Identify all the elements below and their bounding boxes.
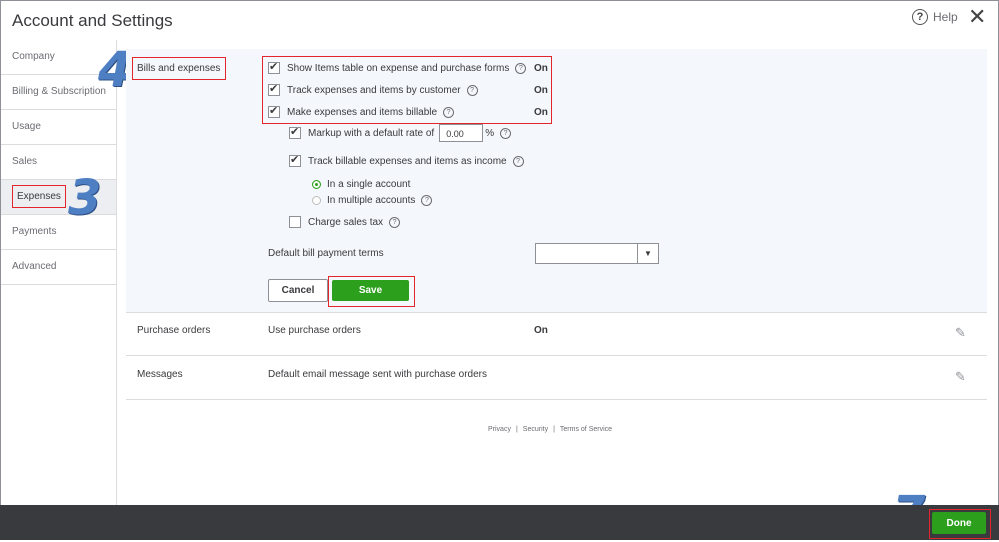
edit-messages-pencil-icon[interactable]: ✎	[955, 369, 966, 385]
checkbox[interactable]	[268, 104, 280, 118]
option-label: Charge sales tax	[308, 216, 384, 228]
option-markup: Markup with a default rate of 0.00 % ?	[289, 124, 512, 142]
option-track-by-customer[interactable]: Track expenses and items by customer ?	[268, 82, 478, 96]
divider	[126, 399, 987, 400]
question-icon[interactable]: ?	[421, 195, 433, 206]
checkbox[interactable]	[289, 125, 301, 139]
status-on: On	[534, 85, 548, 96]
annotation-3: 3	[68, 170, 102, 226]
status-on: On	[534, 63, 548, 74]
radio-single-account[interactable]: In a single account	[312, 179, 410, 190]
sidebar-item-label: Usage	[12, 121, 41, 132]
option-track-income[interactable]: Track billable expenses and items as inc…	[289, 153, 524, 167]
divider	[126, 355, 987, 356]
option-charge-tax[interactable]: Charge sales tax ?	[289, 216, 401, 228]
help-label: Help	[933, 10, 958, 24]
privacy-link[interactable]: Privacy	[488, 426, 511, 433]
chevron-down-icon[interactable]: ▼	[637, 244, 658, 263]
question-icon[interactable]: ?	[389, 216, 401, 228]
sidebar-item-label: Billing & Subscription	[12, 86, 106, 97]
security-link[interactable]: Security	[523, 426, 548, 433]
payment-terms-label: Default bill payment terms	[268, 248, 384, 259]
checkbox[interactable]	[289, 153, 301, 167]
markup-rate-input[interactable]: 0.00	[439, 124, 484, 142]
sidebar-item-label: Payments	[12, 226, 57, 237]
divider	[126, 312, 987, 313]
option-make-billable[interactable]: Make expenses and items billable ?	[268, 104, 455, 118]
purchase-orders-label: Use purchase orders	[268, 325, 361, 336]
sidebar-item-label: Expenses	[12, 185, 66, 208]
sidebar-item-label: Company	[12, 51, 55, 62]
status-on: On	[534, 325, 548, 336]
done-button[interactable]: Done	[932, 512, 986, 534]
checkbox[interactable]	[289, 216, 301, 228]
question-icon[interactable]: ?	[443, 106, 455, 118]
sidebar-item-advanced[interactable]: Advanced	[1, 250, 116, 285]
separator: |	[553, 426, 555, 433]
bills-expenses-panel	[126, 49, 987, 312]
checkbox[interactable]	[268, 60, 280, 74]
section-label-purchase-orders: Purchase orders	[137, 325, 211, 336]
sidebar-item-label: Sales	[12, 156, 38, 167]
cancel-button[interactable]: Cancel	[268, 279, 328, 302]
separator: |	[515, 426, 518, 433]
radio-button[interactable]	[312, 196, 321, 205]
payment-terms-select[interactable]: ▼	[535, 243, 659, 264]
help-button[interactable]: ? Help	[912, 9, 958, 25]
close-icon[interactable]: ✕	[968, 6, 986, 28]
radio-label: In a single account	[327, 179, 411, 190]
markup-unit: %	[485, 127, 495, 139]
section-label-bills: Bills and expenses	[137, 63, 221, 74]
section-label-messages: Messages	[137, 369, 183, 380]
question-icon[interactable]: ?	[515, 62, 527, 74]
sidebar-item-label: Advanced	[12, 261, 57, 272]
question-icon[interactable]: ?	[466, 84, 478, 96]
option-label: Track expenses and items by customer	[287, 84, 461, 96]
settings-sidebar: Company Billing & Subscription Usage Sal…	[1, 40, 117, 506]
radio-label: In multiple accounts	[327, 195, 416, 206]
sidebar-item-usage[interactable]: Usage	[1, 110, 116, 145]
radio-multiple-accounts[interactable]: In multiple accounts ?	[312, 195, 433, 206]
option-show-items-table[interactable]: Show Items table on expense and purchase…	[268, 60, 527, 74]
checkbox[interactable]	[268, 82, 280, 96]
radio-button[interactable]	[312, 180, 321, 189]
save-button[interactable]: Save	[332, 280, 409, 301]
messages-label: Default email message sent with purchase…	[268, 369, 487, 380]
question-icon[interactable]: ?	[500, 127, 512, 139]
edit-purchase-orders-pencil-icon[interactable]: ✎	[955, 325, 966, 341]
terms-link[interactable]: Terms of Service	[560, 426, 612, 433]
option-label: Markup with a default rate of	[308, 127, 435, 139]
option-label: Track billable expenses and items as inc…	[308, 155, 507, 167]
option-label: Make expenses and items billable	[287, 106, 438, 118]
dialog-title: Account and Settings	[12, 11, 173, 30]
help-icon: ?	[912, 9, 928, 25]
bottom-bar	[0, 505, 999, 540]
option-label: Show Items table on expense and purchase…	[287, 62, 510, 74]
payment-terms-value	[536, 249, 540, 260]
status-on: On	[534, 107, 548, 118]
question-icon[interactable]: ?	[512, 155, 524, 167]
footer-links: Privacy | Security | Terms of Service	[488, 426, 612, 433]
